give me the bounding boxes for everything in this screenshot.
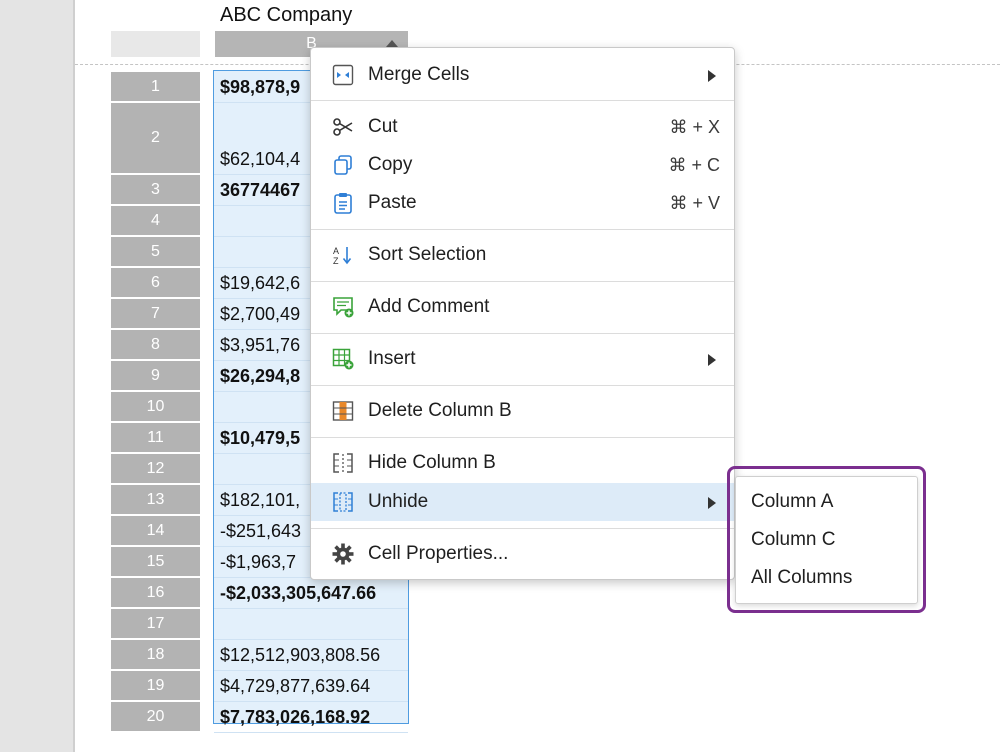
cell-value: $19,642,6	[220, 273, 301, 293]
menu-separator	[311, 100, 734, 101]
menu-separator	[311, 229, 734, 230]
shortcut-label: ⌘ + V	[669, 192, 720, 213]
menu-separator	[311, 281, 734, 282]
menu-label: Merge Cells	[368, 64, 470, 85]
unhide-column-icon	[331, 491, 355, 513]
delete-column-icon	[331, 400, 355, 422]
cell-b[interactable]: $7,783,026,168.92	[214, 702, 408, 733]
submenu-column-c[interactable]: Column C	[736, 521, 917, 559]
row-headers: 1 2 3 4 5 6 7 8 9 10 11 12 13 14 15 16 17 18 19 20	[111, 72, 200, 733]
menu-label: Insert	[368, 348, 416, 369]
menu-label: Copy	[368, 154, 413, 175]
menu-label: Delete Column B	[368, 400, 512, 421]
unhide-submenu: Column A Column C All Columns	[735, 476, 918, 604]
row-header[interactable]: 16	[111, 578, 200, 609]
cell-b[interactable]: -$2,033,305,647.66	[214, 578, 408, 609]
gear-icon	[331, 543, 355, 565]
cell-value: $10,479,5	[220, 428, 301, 448]
cell-value: $12,512,903,808.56	[220, 645, 381, 665]
row-header[interactable]: 7	[111, 299, 200, 330]
column-menu-arrow-icon[interactable]	[386, 40, 398, 47]
cell-value: $98,878,9	[220, 77, 301, 97]
shortcut-label: ⌘ + C	[668, 154, 720, 175]
shortcut-label: ⌘ + X	[669, 116, 720, 137]
add-comment-icon	[331, 296, 355, 318]
row-header[interactable]: 12	[111, 454, 200, 485]
cell-b[interactable]	[214, 609, 408, 640]
row-header[interactable]: 8	[111, 330, 200, 361]
menu-merge-cells[interactable]: Merge Cells	[311, 56, 734, 94]
menu-separator	[311, 333, 734, 334]
row-header[interactable]: 17	[111, 609, 200, 640]
menu-separator	[311, 528, 734, 529]
cell-value: -$2,033,305,647.66	[220, 583, 377, 603]
cell-value: $26,294,8	[220, 366, 301, 386]
cell-value: $2,700,49	[220, 304, 301, 324]
menu-paste[interactable]: Paste ⌘ + V	[311, 184, 734, 222]
cell-b[interactable]: $4,729,877,639.64	[214, 671, 408, 702]
hide-column-icon	[331, 452, 355, 474]
submenu-arrow-icon	[708, 70, 716, 82]
scissors-icon	[331, 116, 355, 138]
menu-sort-selection[interactable]: AZ Sort Selection	[311, 236, 734, 274]
menu-unhide[interactable]: Unhide	[311, 483, 734, 521]
svg-text:Z: Z	[333, 256, 339, 266]
menu-separator	[311, 437, 734, 438]
row-header[interactable]: 4	[111, 206, 200, 237]
menu-label: Cut	[368, 116, 398, 137]
menu-copy[interactable]: Copy ⌘ + C	[311, 146, 734, 184]
sheet-title: ABC Company	[220, 4, 353, 26]
context-menu: Merge Cells Cut ⌘ + X Copy ⌘ + C Paste ⌘…	[310, 47, 735, 580]
cell-value: $4,729,877,639.64	[220, 676, 371, 696]
row-header[interactable]: 14	[111, 516, 200, 547]
cell-value: -$1,963,7	[220, 552, 297, 572]
menu-separator	[311, 385, 734, 386]
row-header[interactable]: 13	[111, 485, 200, 516]
row-header[interactable]: 18	[111, 640, 200, 671]
cell-b[interactable]: $12,512,903,808.56	[214, 640, 408, 671]
cell-value: $7,783,026,168.92	[220, 707, 371, 727]
menu-hide-column[interactable]: Hide Column B	[311, 444, 734, 482]
cell-value: $62,104,4	[220, 149, 301, 169]
row-header[interactable]: 6	[111, 268, 200, 299]
menu-delete-column[interactable]: Delete Column B	[311, 392, 734, 430]
row-header[interactable]: 10	[111, 392, 200, 423]
row-header[interactable]: 11	[111, 423, 200, 454]
row-header[interactable]: 9	[111, 361, 200, 392]
corner-select-all[interactable]	[111, 31, 200, 57]
cell-value: $3,951,76	[220, 335, 301, 355]
row-header[interactable]: 5	[111, 237, 200, 268]
menu-cut[interactable]: Cut ⌘ + X	[311, 108, 734, 146]
menu-add-comment[interactable]: Add Comment	[311, 288, 734, 326]
menu-insert[interactable]: Insert	[311, 340, 734, 378]
merge-cells-icon	[331, 64, 355, 86]
menu-label: Unhide	[368, 491, 429, 512]
cell-value: -$251,643	[220, 521, 302, 541]
submenu-all-columns[interactable]: All Columns	[736, 559, 917, 597]
cell-value: 36774467	[220, 180, 301, 200]
svg-text:A: A	[333, 246, 339, 256]
row-header[interactable]: 19	[111, 671, 200, 702]
sort-az-icon: AZ	[331, 244, 355, 266]
copy-icon	[331, 154, 355, 176]
menu-label: Cell Properties...	[368, 543, 509, 564]
row-header[interactable]: 20	[111, 702, 200, 733]
clipboard-icon	[331, 192, 355, 214]
menu-label: Sort Selection	[368, 244, 487, 265]
submenu-column-a[interactable]: Column A	[736, 483, 917, 521]
submenu-arrow-icon	[708, 497, 716, 509]
row-header[interactable]: 3	[111, 175, 200, 206]
row-header[interactable]: 2	[111, 103, 200, 175]
menu-label: Add Comment	[368, 296, 490, 317]
menu-label: Paste	[368, 192, 417, 213]
row-header[interactable]: 15	[111, 547, 200, 578]
cell-value: $182,101,	[220, 490, 301, 510]
row-header[interactable]: 1	[111, 72, 200, 103]
submenu-arrow-icon	[708, 354, 716, 366]
menu-label: Hide Column B	[368, 452, 496, 473]
menu-cell-properties[interactable]: Cell Properties...	[311, 535, 734, 573]
insert-grid-icon	[331, 348, 355, 370]
left-side-panel	[0, 0, 75, 752]
